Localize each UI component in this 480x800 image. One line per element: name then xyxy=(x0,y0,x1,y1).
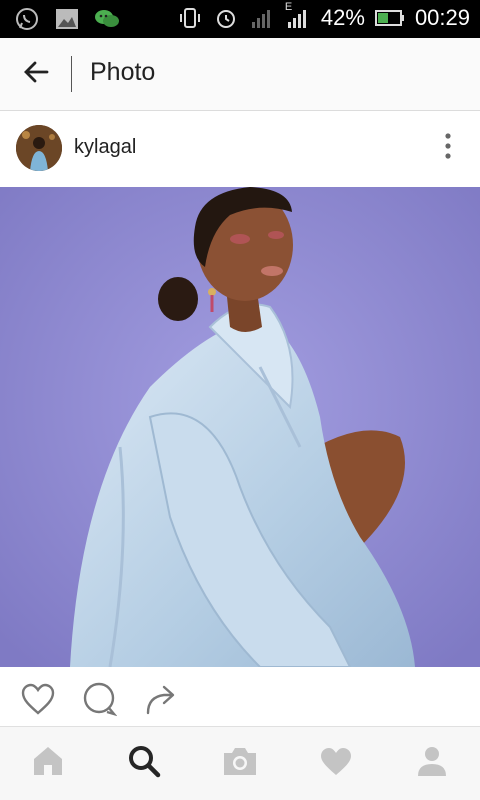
wechat-icon xyxy=(94,6,120,32)
like-button[interactable] xyxy=(18,681,58,721)
whatsapp-icon xyxy=(14,6,40,32)
vibrate-icon xyxy=(177,5,203,31)
post-actions xyxy=(0,667,480,727)
bottom-nav xyxy=(0,726,480,800)
page-title: Photo xyxy=(90,58,156,86)
appbar-divider xyxy=(71,56,72,92)
profile-icon xyxy=(416,745,448,782)
more-vertical-icon xyxy=(444,132,452,164)
alarm-icon xyxy=(213,5,239,31)
signal-icon xyxy=(249,5,275,31)
battery-percent: 42% xyxy=(320,5,365,30)
nav-activity[interactable] xyxy=(314,743,358,783)
nav-camera[interactable] xyxy=(218,743,262,783)
app-bar: Photo xyxy=(0,38,480,111)
status-bar: E 42% 00:29 xyxy=(0,0,480,38)
comment-icon xyxy=(81,681,118,722)
share-icon xyxy=(142,681,178,722)
home-icon xyxy=(31,745,65,782)
notification-icons xyxy=(14,6,120,32)
camera-icon xyxy=(222,745,258,782)
comment-button[interactable] xyxy=(79,681,119,721)
gallery-icon xyxy=(54,6,80,32)
back-button[interactable] xyxy=(18,56,54,92)
search-icon xyxy=(127,744,161,783)
post-header: kylagal xyxy=(0,111,480,187)
share-button[interactable] xyxy=(140,681,180,721)
avatar[interactable] xyxy=(16,125,62,171)
nav-home[interactable] xyxy=(26,743,70,783)
clock-time: 00:29 xyxy=(414,5,470,30)
more-options-button[interactable] xyxy=(440,132,456,164)
username[interactable]: kylagal xyxy=(74,136,136,159)
activity-heart-icon xyxy=(319,746,353,781)
signal-icon: E xyxy=(285,1,311,31)
arrow-left-icon xyxy=(22,58,50,91)
nav-search[interactable] xyxy=(122,743,166,783)
system-status: E 42% 00:29 xyxy=(177,1,470,31)
network-type-label: E xyxy=(284,1,293,13)
battery-icon xyxy=(374,5,405,31)
post-photo[interactable] xyxy=(0,187,480,667)
photo-image xyxy=(0,187,480,667)
nav-profile[interactable] xyxy=(410,743,454,783)
heart-icon xyxy=(20,682,56,721)
